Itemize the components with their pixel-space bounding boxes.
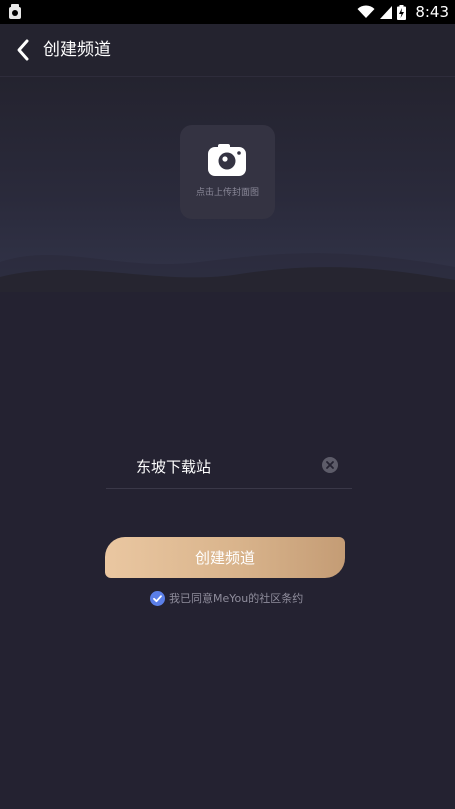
agreement-row: 我已同意MeYou的社区条约 (150, 589, 303, 607)
checkbox-checked-icon[interactable] (150, 590, 165, 606)
create-channel-button[interactable]: 创建频道 (105, 537, 345, 578)
status-bar: 8:43 (0, 0, 455, 24)
agreement-text[interactable]: 我已同意MeYou的社区条约 (169, 590, 303, 606)
wifi-icon (357, 5, 375, 18)
app-bar: 创建频道 (0, 24, 455, 77)
status-time: 8:43 (415, 3, 449, 21)
battery-icon (397, 4, 407, 20)
notification-icon (9, 4, 21, 19)
wave-decoration (0, 253, 455, 292)
back-arrow-icon[interactable] (14, 38, 32, 62)
cover-upload-label: 点击上传封面图 (195, 188, 259, 198)
status-icons: 8:43 (357, 2, 449, 22)
camera-icon (208, 144, 246, 176)
channel-name-field (106, 448, 352, 489)
cover-upload-button[interactable]: 点击上传封面图 (180, 125, 275, 219)
signal-icon (380, 6, 393, 19)
clear-icon[interactable] (322, 457, 338, 473)
channel-name-input[interactable] (136, 450, 316, 482)
page-title: 创建频道 (43, 40, 111, 60)
